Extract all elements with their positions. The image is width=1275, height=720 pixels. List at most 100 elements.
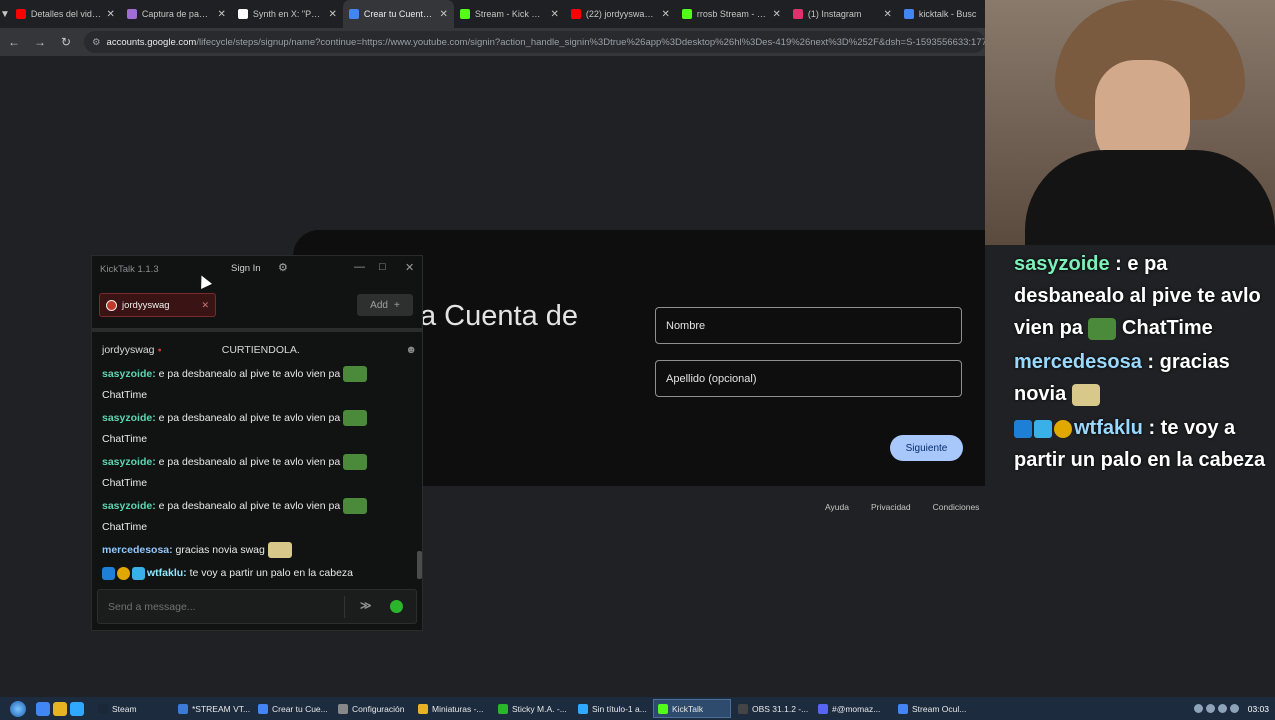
back-icon[interactable]: ←: [6, 35, 22, 49]
stream-title: CURTIENDOLA.: [221, 344, 300, 356]
help-link[interactable]: Ayuda: [825, 502, 849, 512]
taskbar-item[interactable]: Sin título-1 a...: [573, 699, 651, 718]
taskbar-label: OBS 31.1.2 -...: [752, 703, 809, 714]
tray-icon[interactable]: [1205, 704, 1215, 713]
taskbar-app-icon: [258, 703, 268, 714]
sign-in-button[interactable]: Sign In: [231, 263, 261, 274]
kick-logo-icon[interactable]: ≫: [360, 599, 372, 612]
taskbar-item[interactable]: Miniaturas -...: [413, 699, 491, 718]
gear-icon[interactable]: ⚙: [278, 261, 288, 274]
close-tab-icon[interactable]: ✕: [329, 9, 337, 20]
last-name-field[interactable]: Apellido (opcional): [655, 360, 962, 397]
chat-message: mercedesosa: gracias novia swag: [102, 540, 414, 563]
scrollbar[interactable]: [417, 551, 422, 579]
chat-username[interactable]: mercedesosa:: [102, 544, 173, 556]
browser-tab[interactable]: (1) Instagram ✕: [787, 0, 898, 28]
browser-tab[interactable]: rrosb Stream - Wa ✕: [676, 0, 787, 28]
close-tab-icon[interactable]: ✕: [773, 9, 781, 20]
close-tab-icon[interactable]: ✕: [662, 9, 670, 20]
taskbar-item[interactable]: #@momaz...: [813, 699, 891, 718]
chat-username[interactable]: wtfaklu:: [147, 567, 187, 579]
browser-tab[interactable]: Stream - Kick Dash ✕: [454, 0, 565, 28]
badge-icon: [102, 566, 115, 580]
first-name-field[interactable]: Nombre: [655, 307, 962, 344]
shirt: [1025, 150, 1275, 245]
taskbar-item[interactable]: Crear tu Cue...: [253, 699, 331, 718]
tab-favicon-icon: [15, 9, 26, 19]
tray-icon[interactable]: [1193, 704, 1203, 713]
tab-label: kicktalk - Busc: [918, 9, 977, 19]
taskbar-item[interactable]: OBS 31.1.2 -...: [733, 699, 811, 718]
badge-icon: [1014, 419, 1032, 438]
browser-tab[interactable]: Captura de pantalla ✕: [121, 0, 232, 28]
chat-username[interactable]: sasyzoide:: [102, 412, 156, 424]
chrome-icon[interactable]: [36, 701, 50, 716]
taskbar-app-icon: [738, 703, 748, 714]
system-tray: 03:03: [1193, 704, 1275, 714]
close-tab-icon[interactable]: ✕: [107, 9, 115, 20]
close-tab-icon[interactable]: ✕: [201, 300, 209, 311]
taskbar-item[interactable]: Configuración: [333, 699, 411, 718]
overlay-message: sasyzoide : e pa desbanealo al pive te a…: [1014, 248, 1272, 344]
taskbar-item[interactable]: Stream Ocul...: [893, 699, 971, 718]
clock[interactable]: 03:03: [1248, 704, 1269, 714]
user-icon[interactable]: ☻: [405, 344, 417, 356]
close-tab-icon[interactable]: ✕: [440, 9, 448, 20]
minimize-icon[interactable]: —: [354, 261, 365, 273]
site-info-icon[interactable]: ⚙: [92, 37, 101, 48]
start-button[interactable]: [0, 697, 36, 720]
taskbar-label: #@momaz...: [832, 703, 881, 714]
overlay-username: wtfaklu: [1074, 417, 1143, 439]
close-icon[interactable]: ✕: [405, 261, 414, 274]
channel-tab-label: jordyyswag: [122, 299, 170, 311]
badge-icon: [132, 566, 145, 580]
taskbar-item[interactable]: Sticky M.A. -...: [493, 699, 571, 718]
browser-tab[interactable]: Synth en X: "Podría ✕: [232, 0, 343, 28]
robot-emote-icon: [267, 542, 292, 559]
privacy-link[interactable]: Privacidad: [871, 502, 911, 512]
overlay-username: sasyzoide: [1014, 253, 1110, 275]
chat-text: gracias novia swag: [172, 544, 265, 556]
webcam-feed: [985, 0, 1275, 245]
tabs-container: Detalles del video✕Captura de pantalla✕S…: [10, 0, 1009, 28]
browser-tab[interactable]: (22) jordyyswag X ✕: [565, 0, 676, 28]
forward-icon[interactable]: →: [32, 35, 48, 49]
close-tab-icon[interactable]: ✕: [551, 9, 559, 20]
reload-icon[interactable]: ↻: [58, 35, 74, 49]
last-name-label: Apellido (opcional): [666, 372, 757, 385]
kicktalk-titlebar[interactable]: KickTalk 1.1.3 Sign In ⚙ — □ ✕: [92, 256, 422, 282]
chat-messages[interactable]: sasyzoide: e pa desbanealo al pive te av…: [102, 364, 414, 586]
chat-message: sasyzoide: e pa desbanealo al pive te av…: [102, 408, 414, 452]
chat-username[interactable]: sasyzoide:: [102, 368, 156, 380]
tab-search-icon[interactable]: ▼: [0, 0, 10, 28]
chat-text: e pa desbanealo al pive te avlo vien pa: [155, 456, 341, 468]
close-tab-icon[interactable]: ✕: [884, 9, 892, 20]
browser-tab[interactable]: Detalles del video ✕: [10, 0, 121, 28]
chat-username[interactable]: sasyzoide:: [102, 456, 156, 468]
channel-tab[interactable]: jordyyswag ✕: [99, 293, 216, 317]
message-input[interactable]: Send a message... ≫: [97, 589, 417, 624]
add-channel-button[interactable]: Add +: [357, 294, 413, 316]
folder-icon[interactable]: [53, 701, 67, 716]
taskbar-label: Sin título-1 a...: [592, 703, 647, 714]
close-tab-icon[interactable]: ✕: [218, 9, 226, 20]
chat-username[interactable]: sasyzoide:: [102, 500, 156, 512]
volume-icon[interactable]: [1229, 704, 1239, 713]
terms-link[interactable]: Condiciones: [933, 502, 980, 512]
taskbar-item[interactable]: *STREAM VT...: [173, 699, 251, 718]
emote-picker-icon[interactable]: [390, 600, 403, 613]
maximize-icon[interactable]: □: [379, 261, 386, 273]
url-host: accounts.google.com: [106, 36, 197, 48]
app-icon[interactable]: [70, 701, 84, 716]
taskbar-item[interactable]: KickTalk: [653, 699, 731, 718]
taskbar-item[interactable]: Steam: [93, 699, 171, 718]
url-input[interactable]: ⚙ accounts.google.com/lifecycle/steps/si…: [84, 31, 985, 53]
live-dot-icon: ●: [157, 346, 162, 354]
next-button[interactable]: Siguiente: [890, 435, 963, 461]
divider: [344, 596, 345, 618]
avatar: [106, 299, 117, 311]
tray-icon[interactable]: [1217, 704, 1227, 713]
browser-tab[interactable]: Crear tu Cuenta de ✕: [342, 0, 454, 28]
tab-label: Stream - Kick Dash: [474, 9, 546, 19]
taskbar-app-icon: [418, 703, 428, 714]
